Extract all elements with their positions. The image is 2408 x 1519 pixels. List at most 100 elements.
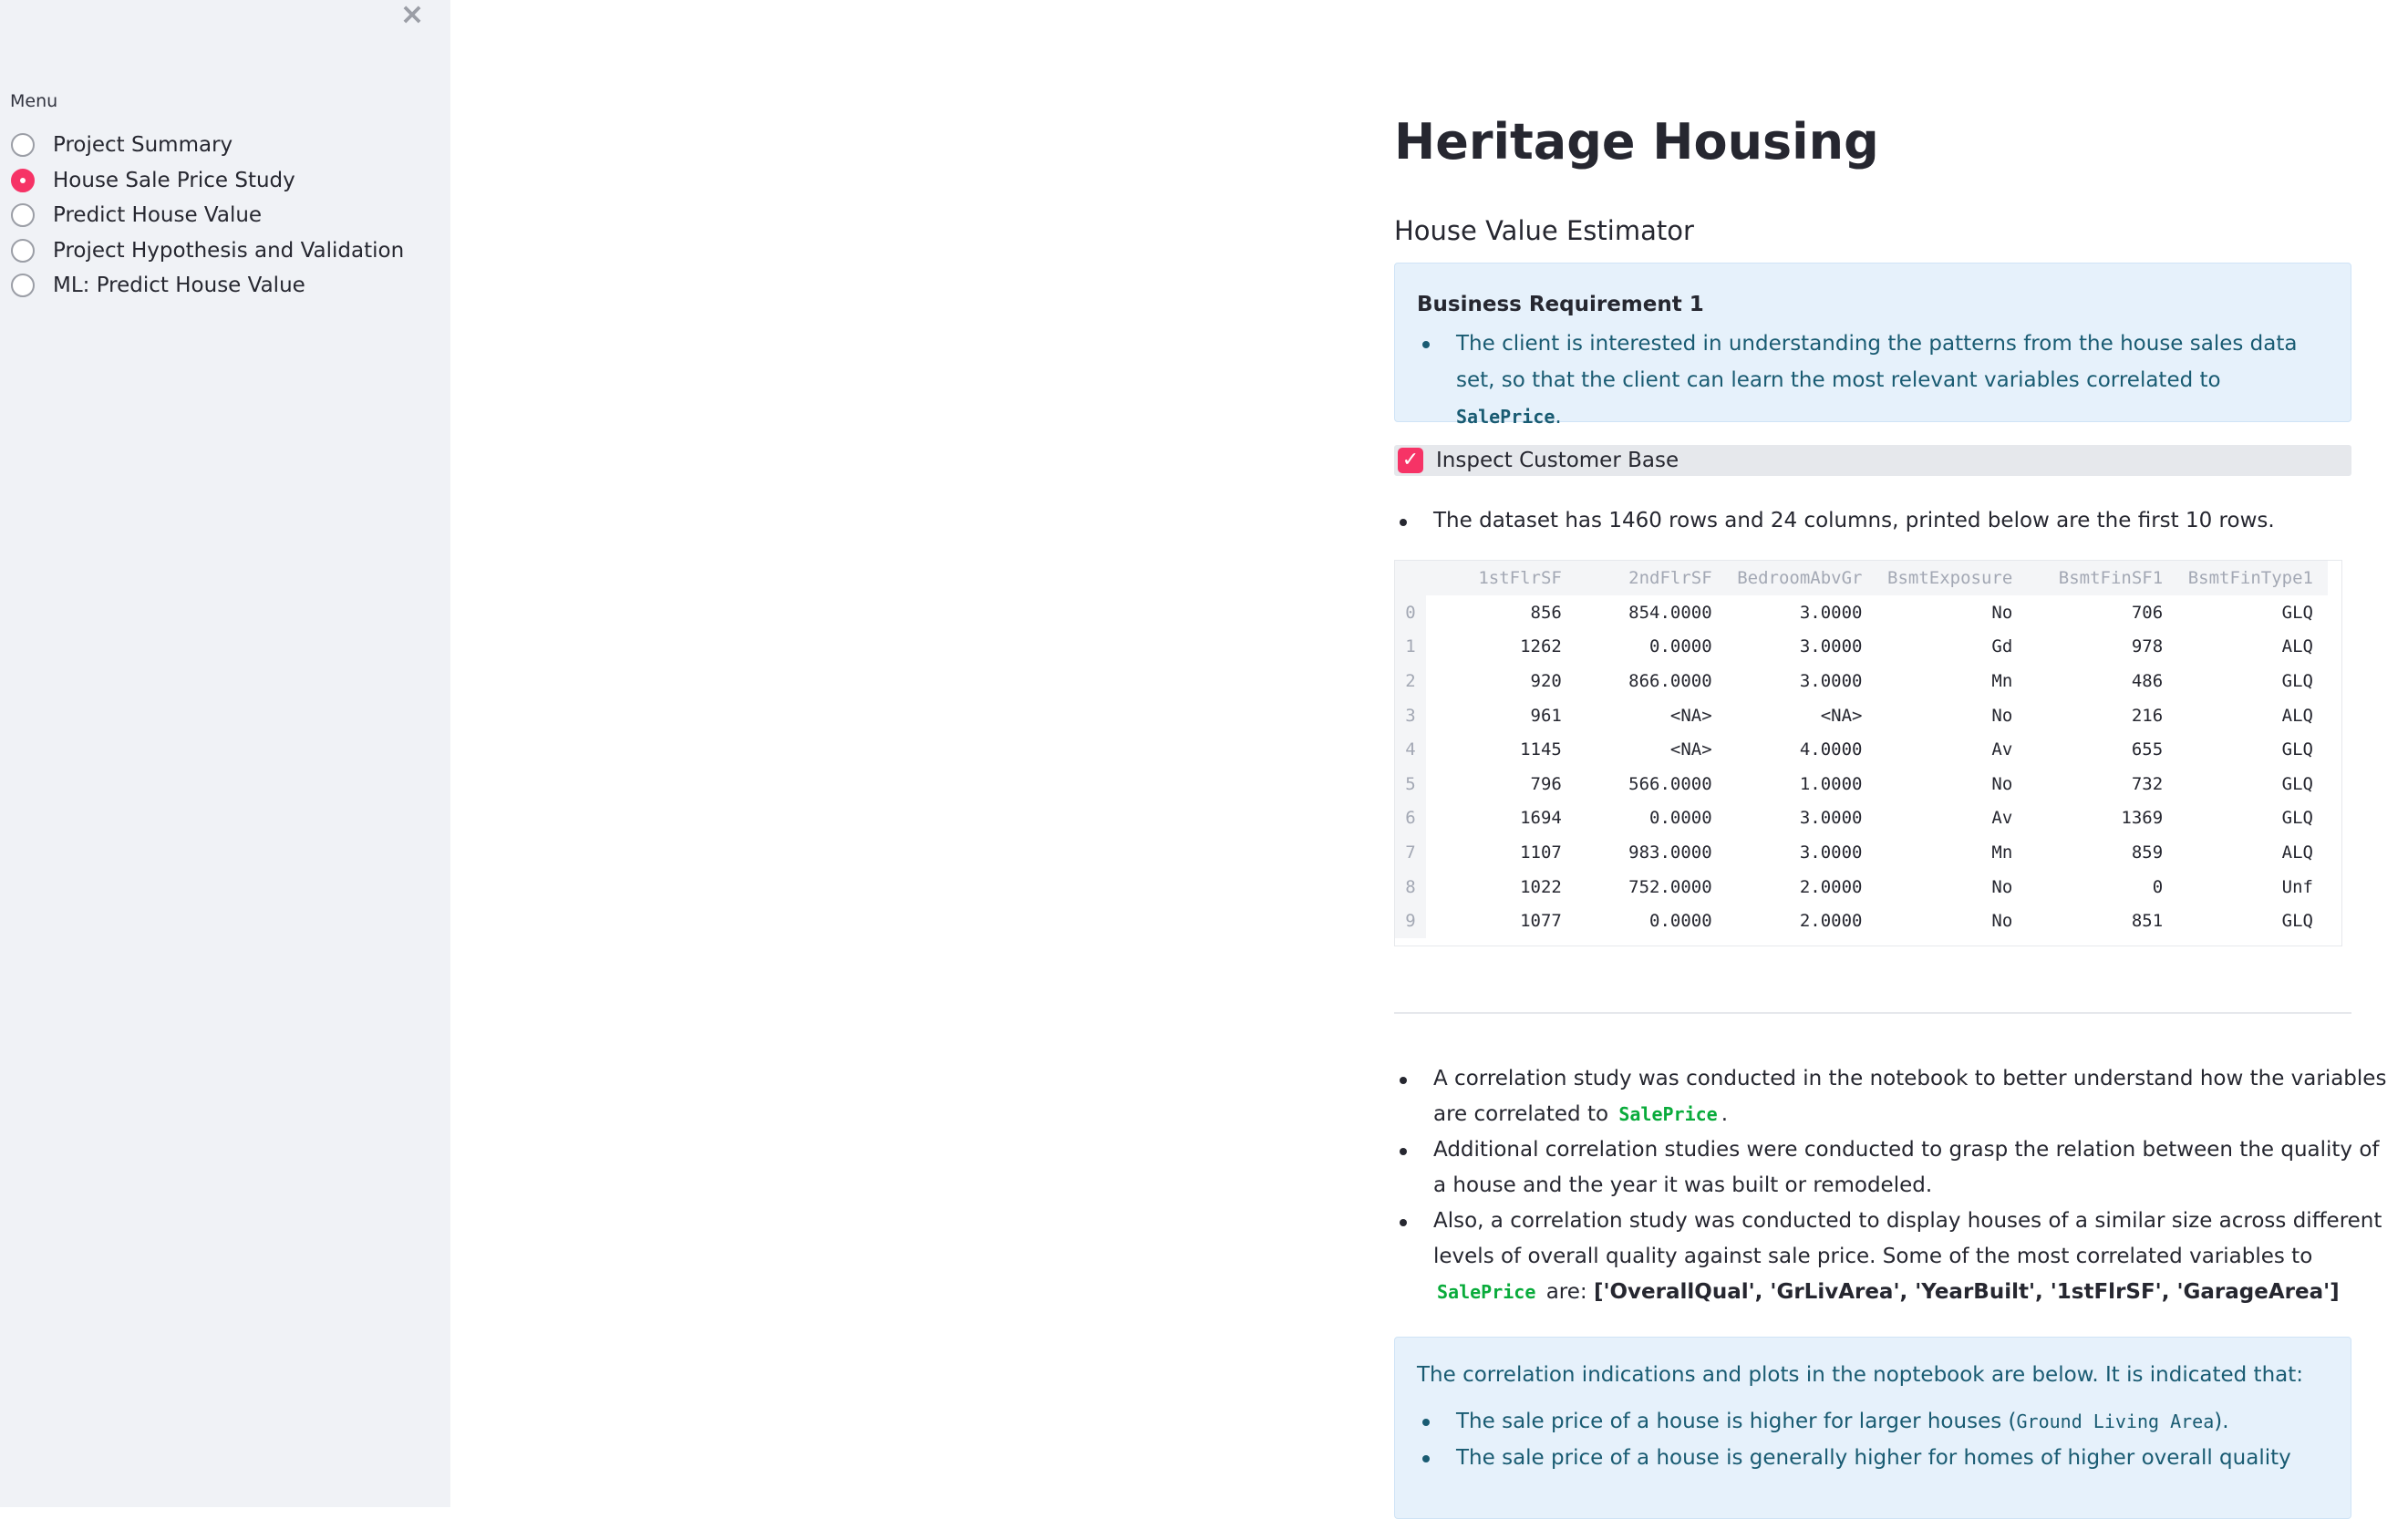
table-cell: 1.0000	[1799, 773, 1863, 794]
table-cell: No	[1991, 602, 2013, 623]
nav-radio-predict-house-value[interactable]: Predict House Value	[11, 198, 404, 233]
table-cell: 866.0000	[1628, 670, 1712, 691]
table-cell: No	[1991, 773, 2013, 794]
row-index: 9	[1395, 904, 1426, 938]
table-cell: 2.0000	[1799, 911, 1863, 932]
requirement-item: The client is interested in understandin…	[1422, 326, 2329, 435]
table-row: 4 1145 <NA> 4.0000 Av 655 GLQ	[1395, 732, 2328, 767]
findings-list: The sale price of a house is higher for …	[1417, 1403, 2329, 1476]
table-cell: 856	[1530, 602, 1562, 623]
radio-checked-icon[interactable]	[11, 168, 35, 192]
correlation-item-3: Also, a correlation study was conducted …	[1400, 1204, 2391, 1310]
table-cell: GLQ	[2281, 808, 2313, 829]
close-icon[interactable]: ×	[396, 0, 429, 31]
table-row: 7 1107 983.0000 3.0000 Mn 859 ALQ	[1395, 835, 2328, 870]
radio-unchecked-icon[interactable]	[11, 238, 35, 263]
table-cell: 983.0000	[1628, 842, 1712, 863]
table-cell: 1369	[2121, 808, 2164, 829]
table-cell: 566.0000	[1628, 773, 1712, 794]
table-header-row: 1stFlrSF 2ndFlrSF BedroomAbvGr BsmtExpos…	[1395, 561, 2328, 595]
column-header[interactable]: BsmtFinSF1	[2027, 561, 2178, 595]
table-cell: ALQ	[2281, 705, 2313, 726]
finding-text-end: ).	[2214, 1410, 2229, 1433]
requirement-end: .	[1555, 405, 1562, 429]
sidebar: × Menu Project Summary House Sale Price …	[0, 0, 450, 1507]
table-cell: 3.0000	[1799, 602, 1863, 623]
table-row: 8 1022 752.0000 2.0000 No 0 Unf	[1395, 869, 2328, 904]
table-cell: 4.0000	[1799, 739, 1863, 760]
checkmark-icon[interactable]: ✓	[1398, 448, 1423, 473]
table-cell: <NA>	[1820, 705, 1863, 726]
table-cell: 796	[1530, 773, 1562, 794]
business-requirement-box: Business Requirement 1 The client is int…	[1394, 263, 2351, 429]
finding-item: The sale price of a house is generally h…	[1422, 1440, 2329, 1476]
requirement-text: The client is interested in understandin…	[1456, 332, 2298, 392]
row-index: 6	[1395, 801, 1426, 836]
table-cell: GLQ	[2281, 602, 2313, 623]
column-header[interactable]: BedroomAbvGr	[1726, 561, 1877, 595]
table-cell: 3.0000	[1799, 636, 1863, 657]
correlation-text-mid: are:	[1545, 1280, 1587, 1304]
findings-intro: The correlation indications and plots in…	[1417, 1363, 2304, 1387]
table-row: 6 1694 0.0000 3.0000 Av 1369 GLQ	[1395, 801, 2328, 836]
radio-unchecked-icon[interactable]	[11, 274, 35, 298]
table-cell: Mn	[1991, 670, 2013, 691]
table-cell: 1022	[1520, 876, 1562, 897]
correlated-variables: ['OverallQual', 'GrLivArea', 'YearBuilt'…	[1593, 1280, 2340, 1304]
table-cell: 961	[1530, 705, 1562, 726]
table-row: 5 796 566.0000 1.0000 No 732 GLQ	[1395, 766, 2328, 801]
column-header[interactable]: BsmtExposure	[1876, 561, 2028, 595]
correlation-item-1: A correlation study was conducted in the…	[1400, 1061, 2391, 1132]
row-index: 1	[1395, 629, 1426, 665]
table-cell: 1107	[1520, 842, 1562, 863]
table-cell: 0	[2152, 876, 2164, 897]
table-cell: 1145	[1520, 739, 1562, 760]
table-cell: GLQ	[2281, 773, 2313, 794]
row-index: 0	[1395, 595, 1426, 630]
table-cell: 3.0000	[1799, 842, 1863, 863]
table-cell: 854.0000	[1628, 602, 1712, 623]
dataframe-table[interactable]: 1stFlrSF 2ndFlrSF BedroomAbvGr BsmtExpos…	[1394, 560, 2342, 946]
nav-radio-project-hypothesis[interactable]: Project Hypothesis and Validation	[11, 233, 404, 269]
table-cell: 2.0000	[1799, 876, 1863, 897]
inspect-customer-base-checkbox[interactable]: ✓ Inspect Customer Base	[1394, 445, 2351, 476]
table-cell: 655	[2131, 739, 2164, 760]
column-header[interactable]: 2ndFlrSF	[1576, 561, 1727, 595]
nav-radio-ml-predict-house-value[interactable]: ML: Predict House Value	[11, 268, 404, 304]
nav-radio-project-summary[interactable]: Project Summary	[11, 128, 404, 163]
table-row: 0 856 854.0000 3.0000 No 706 GLQ	[1395, 595, 2328, 630]
table-cell: 3.0000	[1799, 808, 1863, 829]
correlation-text-end: .	[1721, 1102, 1729, 1126]
index-header	[1395, 561, 1426, 595]
radio-unchecked-icon[interactable]	[11, 133, 35, 158]
table-cell: Av	[1991, 739, 2013, 760]
table-cell: ALQ	[2281, 636, 2313, 657]
requirement-list: The client is interested in understandin…	[1417, 326, 2329, 435]
table-cell: GLQ	[2281, 911, 2313, 932]
table-cell: Unf	[2281, 876, 2313, 897]
saleprice-code: SalePrice	[1618, 1103, 1718, 1125]
ground-living-area-code: Ground Living Area	[2016, 1410, 2215, 1432]
data-table: 1stFlrSF 2ndFlrSF BedroomAbvGr BsmtExpos…	[1395, 561, 2328, 938]
requirement-title: Business Requirement 1	[1417, 293, 1704, 316]
findings-info-box: The correlation indications and plots in…	[1394, 1337, 2351, 1519]
row-index: 2	[1395, 664, 1426, 698]
table-cell: 752.0000	[1628, 876, 1712, 897]
table-cell: 0.0000	[1649, 808, 1712, 829]
page-subtitle: House Value Estimator	[1394, 215, 1694, 246]
finding-text: The sale price of a house is higher for …	[1456, 1410, 2017, 1433]
table-cell: 1077	[1520, 911, 1562, 932]
row-index: 8	[1395, 869, 1426, 904]
table-cell: 1694	[1520, 808, 1562, 829]
table-cell: 978	[2131, 636, 2164, 657]
column-header[interactable]: 1stFlrSF	[1426, 561, 1576, 595]
table-cell: Mn	[1991, 842, 2013, 863]
nav-radio-house-sale-price-study[interactable]: House Sale Price Study	[11, 163, 404, 199]
checkbox-label: Inspect Customer Base	[1436, 449, 1679, 472]
nav-radio-label: Predict House Value	[53, 203, 263, 228]
table-row: 3 961 <NA> <NA> No 216 ALQ	[1395, 698, 2328, 733]
column-header[interactable]: BsmtFinType1	[2177, 561, 2328, 595]
table-cell: 0.0000	[1649, 911, 1712, 932]
row-index: 3	[1395, 698, 1426, 733]
radio-unchecked-icon[interactable]	[11, 203, 35, 228]
